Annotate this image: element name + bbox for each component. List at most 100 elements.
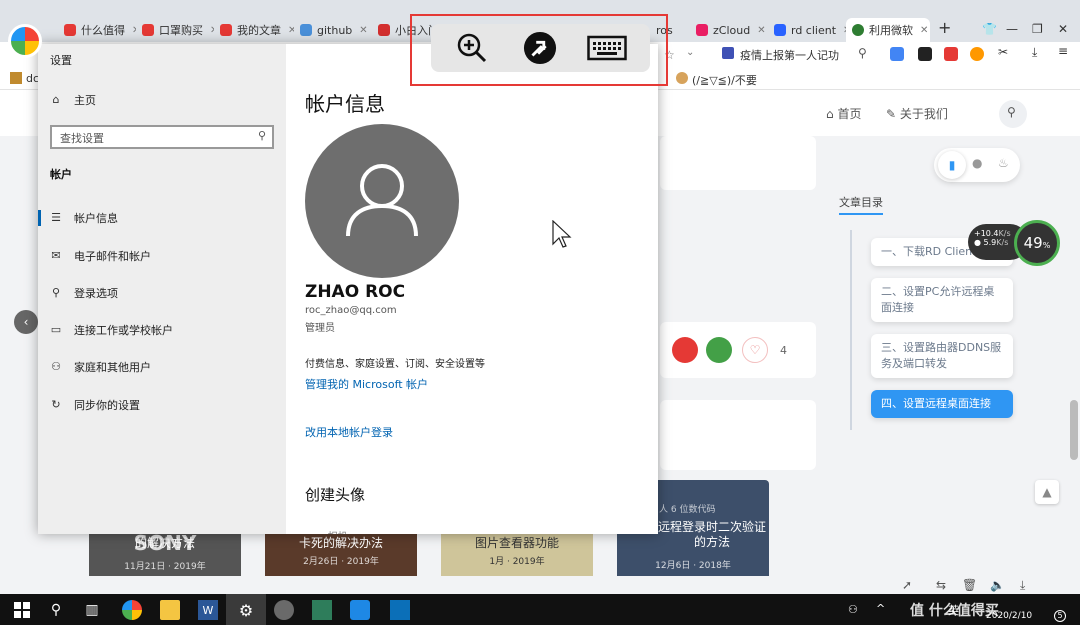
article-thumb[interactable]: 图片查看器功能 1月 · 2019年 [441, 532, 593, 576]
camera-option[interactable]: ⚬ 相机 [316, 528, 348, 534]
keyboard-button[interactable] [587, 32, 627, 64]
scrollbar-thumb[interactable] [1070, 400, 1078, 460]
browser-tab[interactable]: 我的文章 ✕ [214, 18, 294, 42]
sidebar-item-sync[interactable]: ↻ 同步你的设置 [38, 390, 286, 420]
settings-taskbar-active[interactable]: ⚙ [226, 594, 266, 625]
people-icon[interactable]: ⚇ [848, 603, 858, 616]
close-window-button[interactable]: ✕ [1058, 22, 1068, 36]
extension-icon[interactable] [944, 47, 958, 61]
upload-unit: K/s [998, 229, 1011, 238]
back-to-top-button[interactable]: ▲ [1035, 480, 1059, 504]
user-icon[interactable]: ● [972, 156, 982, 170]
trash-icon[interactable]: 🗑 [962, 578, 977, 592]
browser-tab[interactable]: 什么值得✕ [58, 18, 136, 42]
browser-taskbar-icon[interactable] [122, 600, 142, 620]
remote-desktop-taskbar-icon[interactable] [350, 600, 370, 620]
sidebar-item-home[interactable]: ⌂ 主页 [38, 85, 286, 115]
carousel-prev-button[interactable]: ‹ [14, 310, 38, 334]
new-tab-button[interactable]: + [938, 18, 951, 37]
sidebar-item-label: 同步你的设置 [74, 399, 140, 412]
fire-icon[interactable]: ♨ [998, 156, 1009, 170]
scissors-icon[interactable]: ✂ [998, 45, 1008, 59]
start-button[interactable] [12, 600, 32, 620]
zoom-button[interactable] [455, 32, 489, 64]
thumb-meta: 人 6 位数代码 [659, 505, 716, 515]
memory-gauge[interactable]: 49% [1014, 220, 1060, 266]
word-icon[interactable]: W [198, 600, 218, 620]
browser-tab[interactable]: 口罩购买✕ [136, 18, 214, 42]
download-icon[interactable]: ⤓ [1032, 45, 1037, 60]
tab-favicon-icon [220, 24, 232, 36]
app-icon[interactable] [312, 600, 332, 620]
tab-favicon-icon [378, 24, 390, 36]
extension-icon[interactable] [890, 47, 904, 61]
sidebar-item-label: 连接工作或学校帐户 [74, 324, 173, 337]
refresh-icon[interactable]: ⇆ [936, 578, 946, 592]
app-icon[interactable] [274, 600, 294, 620]
thumb-date: 11月21日 · 2019年 [124, 562, 206, 572]
sidebar-item-family[interactable]: ⚇ 家庭和其他用户 [38, 352, 286, 382]
chevron-down-icon[interactable]: ⌄ [686, 47, 694, 58]
browser-tab[interactable]: github ✕ [294, 18, 372, 42]
sidebar-item-work-school[interactable]: ▭ 连接工作或学校帐户 [38, 315, 286, 345]
nav-home-link[interactable]: ⌂ 首页 [826, 105, 861, 122]
folder-icon[interactable] [160, 600, 180, 620]
speaker-icon[interactable]: 🔈 [990, 578, 1005, 592]
search-suggestion[interactable]: 疫情上报第一人记功 [740, 47, 839, 63]
sidebar-item-account-info[interactable]: ☰ 帐户信息 [38, 203, 286, 233]
site-search-button[interactable]: ⚲ [999, 100, 1027, 128]
toc-item-active[interactable]: 四、设置远程桌面连接 [871, 390, 1013, 418]
browser-tab[interactable]: zCloud ✕ [690, 18, 768, 42]
rocket-icon[interactable]: ➚ [902, 578, 912, 592]
heart-icon[interactable]: ♡ [742, 337, 768, 363]
local-account-link[interactable]: 改用本地帐户登录 [305, 424, 393, 440]
sidebar-item-label: 主页 [74, 94, 96, 107]
extension-icon[interactable] [918, 47, 932, 61]
article-thumb[interactable]: SONY 的解决方法 11月21日 · 2019年 [89, 532, 241, 576]
sidebar-item-label: 登录选项 [74, 287, 118, 300]
briefcase-icon: ▭ [50, 323, 62, 336]
download-icon[interactable]: ⤓ [1020, 578, 1025, 593]
bookmark-icon [676, 72, 688, 84]
restore-button[interactable]: ❐ [1032, 22, 1043, 36]
toc-item[interactable]: 二、设置PC允许远程桌面连接 [871, 278, 1013, 322]
close-icon[interactable]: ✕ [359, 25, 367, 36]
wechat-icon[interactable] [706, 337, 732, 363]
article-thumb[interactable]: 卡死的解决办法 2月26日 · 2019年 [265, 532, 417, 576]
toc-tab-switch: ▮ ● ♨ [934, 148, 1020, 182]
browser-logo-icon[interactable] [8, 24, 42, 58]
settings-search-input[interactable]: 查找设置 ⚲ [50, 125, 274, 149]
shirt-icon[interactable]: 👕 [982, 22, 997, 36]
menu-icon[interactable]: ≡ [1058, 44, 1068, 58]
connection-button[interactable] [523, 31, 557, 65]
browser-tab-active[interactable]: 利用微软 ✕ [846, 18, 930, 42]
avatar [305, 124, 459, 278]
app-icon[interactable] [390, 600, 410, 620]
sidebar-item-email[interactable]: ✉ 电子邮件和帐户 [38, 241, 286, 271]
bookmark-icon[interactable]: ▮ [938, 151, 966, 179]
toc-item-label: 四、设置远程桌面连接 [881, 397, 991, 410]
manage-account-link[interactable]: 管理我的 Microsoft 帐户 [305, 376, 428, 392]
search-icon[interactable]: ⚲ [858, 46, 867, 60]
nav-about-link[interactable]: ✎ 关于我们 [886, 105, 948, 122]
browser-tab[interactable]: rd client✕ [768, 18, 846, 42]
close-icon[interactable]: ✕ [920, 25, 928, 36]
billing-info: 付费信息、家庭设置、订阅、安全设置等 [305, 359, 485, 370]
toc-item[interactable]: 三、设置路由器DDNS服务及端口转发 [871, 334, 1013, 378]
toc-item-label: 二、设置PC允许远程桌面连接 [881, 285, 995, 314]
chevron-up-icon[interactable]: ^ [876, 602, 885, 615]
bookmark-item[interactable]: (/≧▽≦)/不要 [692, 72, 757, 88]
tab-favicon-icon [696, 24, 708, 36]
close-icon[interactable]: ✕ [757, 25, 765, 36]
minimize-button[interactable]: — [1006, 22, 1018, 36]
extension-icon[interactable] [970, 47, 984, 61]
task-view-icon[interactable]: ▥ [82, 600, 102, 620]
sidebar-item-sign-in[interactable]: ⚲ 登录选项 [38, 278, 286, 308]
notification-badge[interactable]: 5 [1054, 610, 1066, 622]
toc-timeline [850, 230, 852, 430]
key-icon: ⚲ [51, 286, 61, 299]
sidebar-item-label: 帐户信息 [74, 212, 118, 225]
toc-item-label: 三、设置路由器DDNS服务及端口转发 [881, 341, 1002, 370]
search-icon[interactable]: ⚲ [46, 600, 66, 620]
weibo-icon[interactable] [672, 337, 698, 363]
